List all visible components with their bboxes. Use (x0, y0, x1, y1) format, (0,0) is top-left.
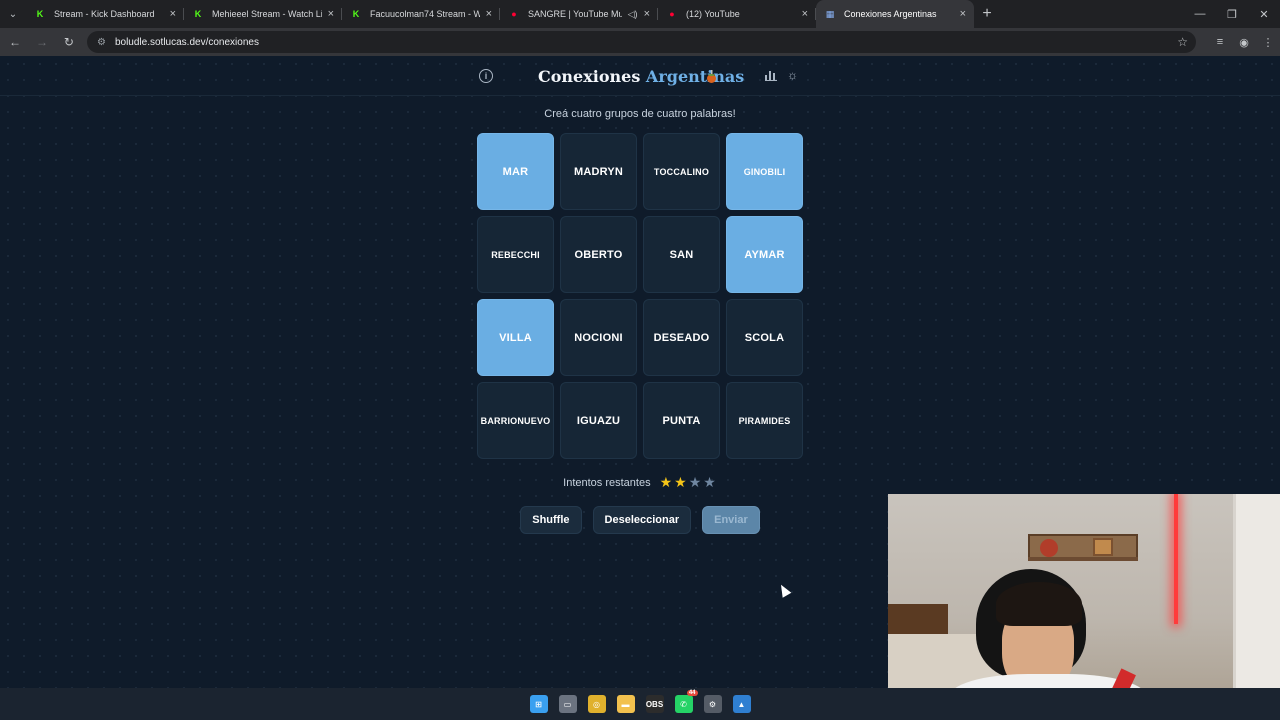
word-tile[interactable]: BARRIONUEVO (477, 382, 554, 459)
streamer-hair (996, 582, 1082, 626)
word-tile[interactable]: MADRYN (560, 133, 637, 210)
address-bar: ← → ↻ ⚙ boludle.sotlucas.dev/conexiones … (0, 28, 1280, 56)
tab-title: (12) YouTube (686, 9, 740, 19)
close-window-icon[interactable]: ✕ (1248, 0, 1280, 28)
close-tab-icon[interactable]: × (802, 8, 808, 20)
browser-tab[interactable]: ● (12) YouTube × (658, 0, 816, 28)
browser-tab[interactable]: K Mehieeel Stream - Watch Live o × (184, 0, 342, 28)
kick-icon: K (352, 9, 360, 19)
youtube-music-icon: ● (511, 9, 517, 19)
attempt-star-icon: ★ (688, 474, 702, 490)
attempt-star-icon: ★ (659, 474, 673, 490)
word-tile[interactable]: SCOLA (726, 299, 803, 376)
notification-badge: 44 (686, 690, 698, 696)
webcam-overlay (888, 494, 1280, 720)
word-grid: MAR MADRYN TOCCALINO GINOBILI REBECCHI OBERTO… (477, 133, 803, 459)
word-tile[interactable]: OBERTO (560, 216, 637, 293)
instruction-text: Creá cuatro grupos de cuatro palabras! (544, 108, 736, 120)
menu-icon[interactable]: ⋮ (1256, 36, 1280, 49)
tab-title: Facuucolman74 Stream - Watch (370, 9, 480, 19)
whatsapp-icon[interactable]: ✆ 44 (674, 690, 698, 713)
windows-taskbar: ⊞ ▭ ◎ ▬ OBS ✆ 44 ⚙ ▲ (0, 688, 1280, 720)
word-tile[interactable]: GINOBILI (726, 133, 803, 210)
stats-icon[interactable] (765, 69, 777, 81)
attempts-remaining: Intentos restantes ★ ★ ★ ★ (0, 475, 1280, 490)
profile-icon[interactable]: ◉ (1232, 36, 1256, 49)
word-tile[interactable]: REBECCHI (477, 216, 554, 293)
browser-tab[interactable]: ● SANGRE | YouTube Music ◁) × (500, 0, 658, 28)
basketball (1040, 539, 1058, 557)
browser-tab-bar: ⌄ K Stream - Kick Dashboard × K Mehieeel Str… (0, 0, 1280, 28)
settings-icon[interactable]: ⚙ (703, 695, 722, 713)
sun-icon[interactable]: ☼ (787, 69, 799, 81)
window-controls: — ❐ ✕ (1184, 0, 1280, 28)
mate-icon (707, 70, 716, 83)
bookmark-star-icon[interactable]: ☆ (1177, 35, 1188, 49)
minimize-icon[interactable]: — (1184, 0, 1216, 28)
bookcase (1233, 494, 1280, 720)
shuffle-button[interactable]: Shuffle (520, 506, 582, 534)
word-tile[interactable]: PIRAMIDES (726, 382, 803, 459)
obs-icon[interactable]: OBS (645, 695, 664, 713)
media-control-icon[interactable]: ≡ (1208, 36, 1232, 49)
url-field[interactable]: ⚙ boludle.sotlucas.dev/conexiones ☆ (86, 31, 1197, 53)
url-text: boludle.sotlucas.dev/conexiones (114, 36, 259, 48)
tab-title: Mehieeel Stream - Watch Live o (212, 9, 322, 19)
restore-icon[interactable]: ❐ (1216, 0, 1248, 28)
deselect-button[interactable]: Deseleccionar (592, 506, 692, 534)
word-tile[interactable]: SAN (643, 216, 720, 293)
close-tab-icon[interactable]: × (644, 8, 650, 20)
tab-title: Conexiones Argentinas (844, 9, 937, 19)
tab-strip: K Stream - Kick Dashboard × K Mehieeel Strea… (26, 0, 974, 28)
new-tab-button[interactable]: + (974, 0, 1000, 28)
word-tile[interactable]: TOCCALINO (643, 133, 720, 210)
task-view-icon[interactable]: ▭ (558, 695, 577, 713)
forward-icon[interactable]: → (30, 30, 54, 54)
title-main: Conexiones (538, 67, 641, 86)
browser-tab[interactable]: ▦ Conexiones Argentinas × (816, 0, 974, 28)
game-header: i Conexiones Argentinas ☼ (0, 56, 1280, 96)
browser-tab[interactable]: K Facuucolman74 Stream - Watch × (342, 0, 500, 28)
browser-tab[interactable]: K Stream - Kick Dashboard × (26, 0, 184, 28)
close-tab-icon[interactable]: × (328, 8, 334, 20)
kick-icon: K (36, 9, 44, 19)
site-info-icon[interactable]: ⚙ (97, 36, 109, 48)
word-tile[interactable]: VILLA (477, 299, 554, 376)
browser-tools: ≡ ◉ ⋮ (1208, 36, 1280, 49)
neon-light (1174, 494, 1178, 624)
tab-title: SANGRE | YouTube Music (528, 9, 622, 19)
word-tile[interactable]: AYMAR (726, 216, 803, 293)
submit-button[interactable]: Enviar (702, 506, 760, 534)
reload-icon[interactable]: ↻ (57, 30, 81, 54)
windows-start-icon[interactable]: ⊞ (529, 695, 548, 713)
attempt-star-icon: ★ (674, 474, 687, 490)
close-tab-icon[interactable]: × (170, 8, 176, 20)
close-tab-icon[interactable]: × (486, 8, 492, 20)
tab-title: Stream - Kick Dashboard (54, 9, 155, 19)
attempts-stars: ★ ★ ★ ★ (659, 475, 717, 490)
kick-icon: K (194, 9, 202, 19)
file-explorer-icon[interactable]: ▬ (616, 695, 635, 713)
tab-search-icon[interactable]: ⌄ (0, 0, 26, 28)
word-tile[interactable]: DESEADO (643, 299, 720, 376)
word-tile[interactable]: MAR (477, 133, 554, 210)
grid-icon: ▦ (825, 8, 835, 19)
picture-frame (1093, 538, 1113, 556)
mouse-cursor (776, 582, 792, 598)
title-accent: Argentinas (645, 67, 745, 86)
word-tile[interactable]: PUNTA (643, 382, 720, 459)
photos-icon[interactable]: ▲ (732, 695, 751, 713)
audio-playing-icon[interactable]: ◁) (628, 9, 638, 20)
youtube-icon: ● (669, 9, 675, 19)
back-icon[interactable]: ← (3, 30, 27, 54)
attempt-star-icon: ★ (703, 474, 716, 490)
attempts-label: Intentos restantes (563, 476, 651, 489)
info-icon[interactable]: i (479, 69, 493, 83)
word-tile[interactable]: NOCIONI (560, 299, 637, 376)
close-tab-icon[interactable]: × (960, 8, 966, 20)
word-tile[interactable]: IGUAZU (560, 382, 637, 459)
chrome-icon[interactable]: ◎ (587, 695, 606, 713)
